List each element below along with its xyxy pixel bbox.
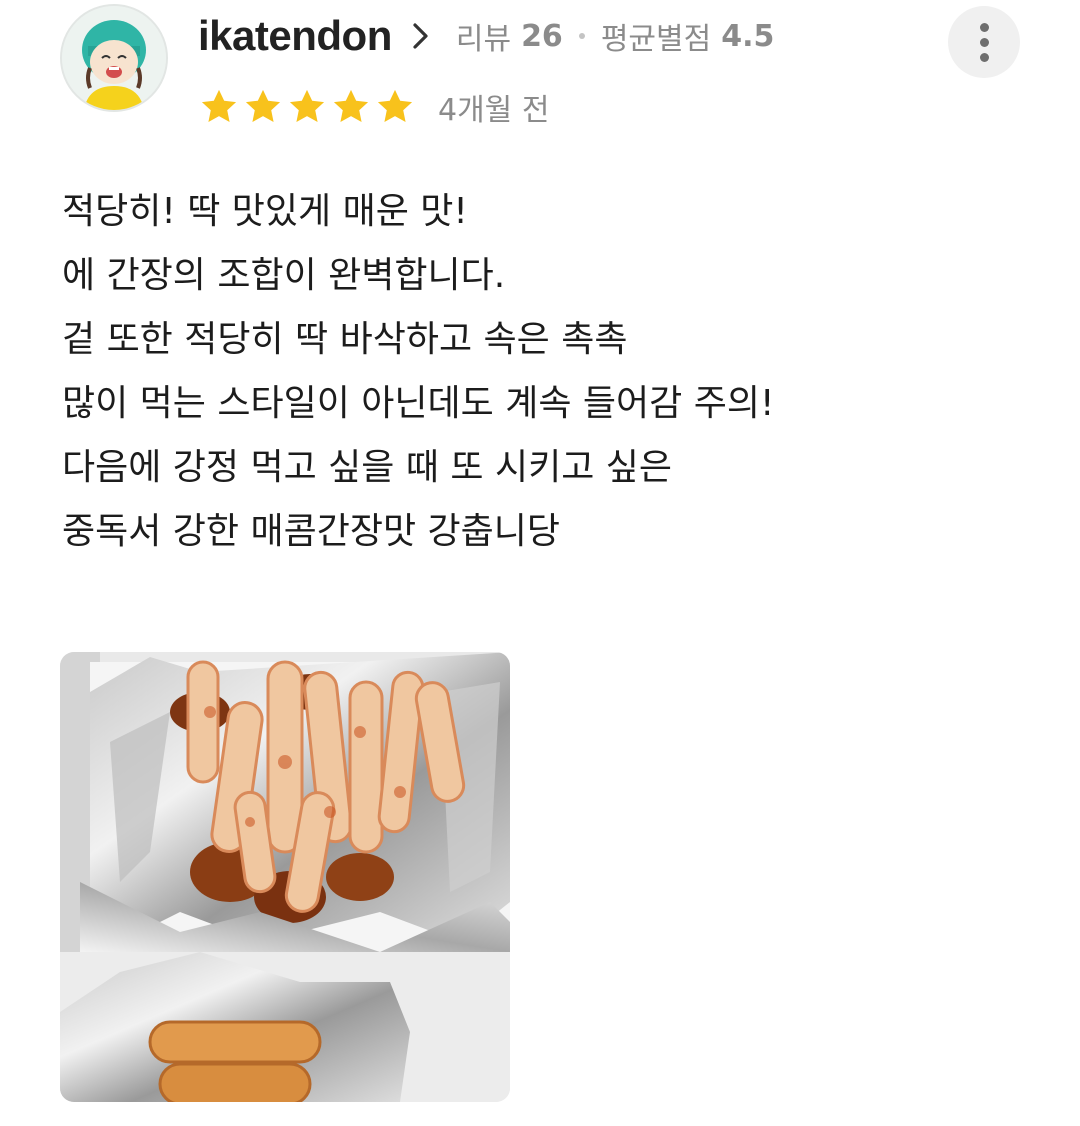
review-text-line: 중독서 강한 매콤간장맛 강춥니당 xyxy=(62,511,561,552)
avatar-illustration xyxy=(62,6,166,110)
avg-rating-label: 평균별점 xyxy=(600,22,712,57)
star-icon xyxy=(333,89,369,123)
review-text-line: 적당히! 딱 맛있게 매운 맛! xyxy=(62,191,468,232)
reviewer-stats: 리뷰 26 평균별점 4.5 xyxy=(456,14,775,58)
review-text-line: 많이 먹는 스타일이 아닌데도 계속 들어감 주의! xyxy=(62,383,775,424)
more-vertical-icon-dot xyxy=(979,37,989,47)
review-text-line: 에 간장의 조합이 완벽합니다. xyxy=(62,255,506,296)
review-text-line: 겉 또한 적당히 딱 바삭하고 속은 촉촉 xyxy=(62,319,628,360)
review-time: 4개월 전 xyxy=(438,93,550,128)
reviewer-header: ikatendon 리뷰 26 평균별점 4.5 xyxy=(198,8,774,64)
user-avatar[interactable] xyxy=(60,4,168,112)
star-icon xyxy=(377,89,413,123)
star-icon xyxy=(201,89,237,123)
star-icon xyxy=(245,89,281,123)
more-vertical-icon-dot xyxy=(979,52,989,62)
reviewer-username[interactable]: ikatendon xyxy=(198,12,392,60)
more-options-button[interactable] xyxy=(948,6,1020,78)
review-count-label: 리뷰 xyxy=(455,22,512,57)
review-text: 적당히! 딱 맛있게 매운 맛! 에 간장의 조합이 완벽합니다. 겉 또한 적… xyxy=(62,180,1022,564)
separator-dot xyxy=(578,33,585,39)
review-photo[interactable] xyxy=(60,652,510,1102)
more-vertical-icon-dot xyxy=(979,22,989,32)
review-text-line: 다음에 강정 먹고 싶을 때 또 시키고 싶은 xyxy=(62,447,673,488)
star-rating xyxy=(198,86,416,128)
star-icon xyxy=(289,89,325,123)
food-photo-illustration xyxy=(60,652,510,1102)
rating-row: 4개월 전 xyxy=(198,84,549,130)
review-count-value: 26 xyxy=(521,18,563,54)
chevron-right-icon[interactable] xyxy=(410,21,432,51)
avg-rating-value: 4.5 xyxy=(721,18,775,54)
